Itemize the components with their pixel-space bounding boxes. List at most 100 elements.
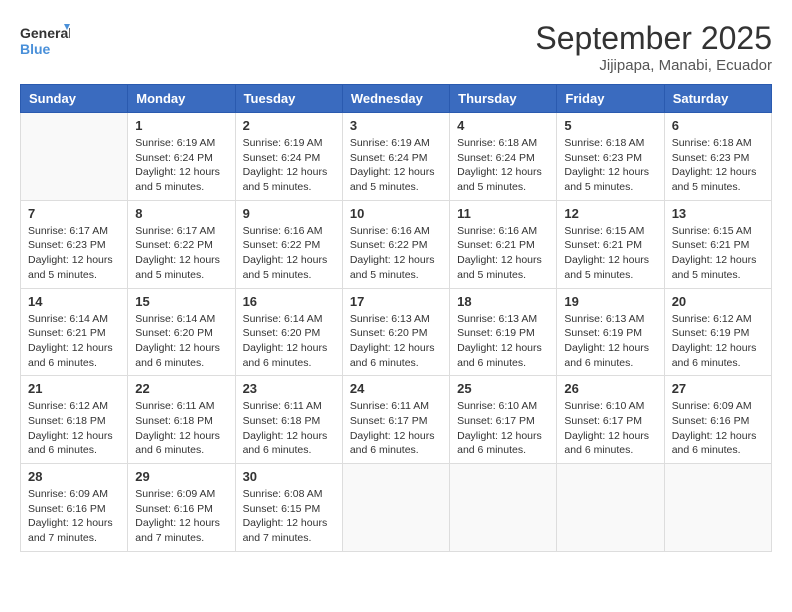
day-number: 23	[243, 381, 335, 396]
weekday-header-row: SundayMondayTuesdayWednesdayThursdayFrid…	[21, 85, 772, 113]
weekday-header-friday: Friday	[557, 85, 664, 113]
day-info: Sunrise: 6:19 AM Sunset: 6:24 PM Dayligh…	[243, 136, 335, 195]
calendar-cell: 14 Sunrise: 6:14 AM Sunset: 6:21 PM Dayli…	[21, 288, 128, 376]
calendar-cell: 18 Sunrise: 6:13 AM Sunset: 6:19 PM Dayli…	[450, 288, 557, 376]
day-info: Sunrise: 6:18 AM Sunset: 6:24 PM Dayligh…	[457, 136, 549, 195]
day-info: Sunrise: 6:14 AM Sunset: 6:20 PM Dayligh…	[135, 312, 227, 371]
weekday-header-monday: Monday	[128, 85, 235, 113]
logo-svg: General Blue	[20, 20, 70, 62]
calendar-cell	[664, 464, 771, 552]
day-number: 16	[243, 294, 335, 309]
day-number: 18	[457, 294, 549, 309]
title-section: September 2025 Jijipapa, Manabi, Ecuador	[535, 20, 772, 74]
day-info: Sunrise: 6:14 AM Sunset: 6:21 PM Dayligh…	[28, 312, 120, 371]
day-number: 1	[135, 118, 227, 133]
calendar-cell	[557, 464, 664, 552]
calendar-cell: 7Sunrise: 6:17 AM Sunset: 6:23 PM Daylig…	[21, 200, 128, 288]
calendar-cell: 24 Sunrise: 6:11 AM Sunset: 6:17 PM Dayli…	[342, 376, 449, 464]
day-number: 29	[135, 469, 227, 484]
day-number: 24	[350, 381, 442, 396]
calendar-cell	[21, 113, 128, 201]
day-number: 2	[243, 118, 335, 133]
week-row-4: 21 Sunrise: 6:12 AM Sunset: 6:18 PM Dayli…	[21, 376, 772, 464]
day-number: 12	[564, 206, 656, 221]
day-number: 7	[28, 206, 120, 221]
page-header: General Blue September 2025 Jijipapa, Ma…	[20, 20, 772, 74]
day-number: 5	[564, 118, 656, 133]
calendar-cell: 8 Sunrise: 6:17 AM Sunset: 6:22 PM Daylig…	[128, 200, 235, 288]
calendar-cell: 13Sunrise: 6:15 AM Sunset: 6:21 PM Dayli…	[664, 200, 771, 288]
svg-text:General: General	[20, 25, 70, 41]
day-info: Sunrise: 6:17 AM Sunset: 6:22 PM Dayligh…	[135, 224, 227, 283]
weekday-header-saturday: Saturday	[664, 85, 771, 113]
day-number: 21	[28, 381, 120, 396]
day-info: Sunrise: 6:11 AM Sunset: 6:17 PM Dayligh…	[350, 399, 442, 458]
calendar-cell: 12 Sunrise: 6:15 AM Sunset: 6:21 PM Dayli…	[557, 200, 664, 288]
calendar-cell: 20 Sunrise: 6:12 AM Sunset: 6:19 PM Dayli…	[664, 288, 771, 376]
weekday-header-tuesday: Tuesday	[235, 85, 342, 113]
calendar-cell: 28 Sunrise: 6:09 AM Sunset: 6:16 PM Dayli…	[21, 464, 128, 552]
calendar-cell: 26Sunrise: 6:10 AM Sunset: 6:17 PM Dayli…	[557, 376, 664, 464]
day-number: 14	[28, 294, 120, 309]
day-number: 3	[350, 118, 442, 133]
day-info: Sunrise: 6:12 AM Sunset: 6:19 PM Dayligh…	[672, 312, 764, 371]
calendar-cell: 15 Sunrise: 6:14 AM Sunset: 6:20 PM Dayli…	[128, 288, 235, 376]
calendar-cell: 11Sunrise: 6:16 AM Sunset: 6:21 PM Dayli…	[450, 200, 557, 288]
calendar-cell: 6Sunrise: 6:18 AM Sunset: 6:23 PM Daylig…	[664, 113, 771, 201]
day-info: Sunrise: 6:08 AM Sunset: 6:15 PM Dayligh…	[243, 487, 335, 546]
day-number: 28	[28, 469, 120, 484]
calendar-cell: 3 Sunrise: 6:19 AM Sunset: 6:24 PM Daylig…	[342, 113, 449, 201]
day-info: Sunrise: 6:11 AM Sunset: 6:18 PM Dayligh…	[135, 399, 227, 458]
week-row-5: 28 Sunrise: 6:09 AM Sunset: 6:16 PM Dayli…	[21, 464, 772, 552]
day-info: Sunrise: 6:15 AM Sunset: 6:21 PM Dayligh…	[564, 224, 656, 283]
day-number: 15	[135, 294, 227, 309]
day-info: Sunrise: 6:09 AM Sunset: 6:16 PM Dayligh…	[28, 487, 120, 546]
calendar-cell: 29 Sunrise: 6:09 AM Sunset: 6:16 PM Dayli…	[128, 464, 235, 552]
day-info: Sunrise: 6:09 AM Sunset: 6:16 PM Dayligh…	[672, 399, 764, 458]
day-info: Sunrise: 6:09 AM Sunset: 6:16 PM Dayligh…	[135, 487, 227, 546]
weekday-header-sunday: Sunday	[21, 85, 128, 113]
day-number: 30	[243, 469, 335, 484]
day-number: 4	[457, 118, 549, 133]
calendar-cell: 22 Sunrise: 6:11 AM Sunset: 6:18 PM Dayli…	[128, 376, 235, 464]
calendar-cell: 23 Sunrise: 6:11 AM Sunset: 6:18 PM Dayli…	[235, 376, 342, 464]
day-info: Sunrise: 6:16 AM Sunset: 6:22 PM Dayligh…	[350, 224, 442, 283]
calendar-table: SundayMondayTuesdayWednesdayThursdayFrid…	[20, 84, 772, 552]
day-info: Sunrise: 6:16 AM Sunset: 6:22 PM Dayligh…	[243, 224, 335, 283]
day-info: Sunrise: 6:13 AM Sunset: 6:19 PM Dayligh…	[457, 312, 549, 371]
calendar-cell: 21 Sunrise: 6:12 AM Sunset: 6:18 PM Dayli…	[21, 376, 128, 464]
weekday-header-wednesday: Wednesday	[342, 85, 449, 113]
day-number: 10	[350, 206, 442, 221]
calendar-cell: 25Sunrise: 6:10 AM Sunset: 6:17 PM Dayli…	[450, 376, 557, 464]
month-title: September 2025	[535, 20, 772, 57]
day-number: 25	[457, 381, 549, 396]
weekday-header-thursday: Thursday	[450, 85, 557, 113]
day-info: Sunrise: 6:11 AM Sunset: 6:18 PM Dayligh…	[243, 399, 335, 458]
day-info: Sunrise: 6:13 AM Sunset: 6:19 PM Dayligh…	[564, 312, 656, 371]
calendar-cell: 9 Sunrise: 6:16 AM Sunset: 6:22 PM Daylig…	[235, 200, 342, 288]
day-number: 8	[135, 206, 227, 221]
calendar-cell: 10 Sunrise: 6:16 AM Sunset: 6:22 PM Dayli…	[342, 200, 449, 288]
day-info: Sunrise: 6:19 AM Sunset: 6:24 PM Dayligh…	[135, 136, 227, 195]
day-number: 9	[243, 206, 335, 221]
day-info: Sunrise: 6:19 AM Sunset: 6:24 PM Dayligh…	[350, 136, 442, 195]
day-number: 19	[564, 294, 656, 309]
day-info: Sunrise: 6:12 AM Sunset: 6:18 PM Dayligh…	[28, 399, 120, 458]
calendar-cell	[342, 464, 449, 552]
day-info: Sunrise: 6:16 AM Sunset: 6:21 PM Dayligh…	[457, 224, 549, 283]
day-number: 26	[564, 381, 656, 396]
week-row-1: 1 Sunrise: 6:19 AM Sunset: 6:24 PM Daylig…	[21, 113, 772, 201]
calendar-cell: 30 Sunrise: 6:08 AM Sunset: 6:15 PM Dayli…	[235, 464, 342, 552]
calendar-cell: 1 Sunrise: 6:19 AM Sunset: 6:24 PM Daylig…	[128, 113, 235, 201]
day-info: Sunrise: 6:18 AM Sunset: 6:23 PM Dayligh…	[564, 136, 656, 195]
day-number: 6	[672, 118, 764, 133]
calendar-cell: 27 Sunrise: 6:09 AM Sunset: 6:16 PM Dayli…	[664, 376, 771, 464]
day-number: 20	[672, 294, 764, 309]
day-info: Sunrise: 6:13 AM Sunset: 6:20 PM Dayligh…	[350, 312, 442, 371]
day-number: 17	[350, 294, 442, 309]
day-number: 27	[672, 381, 764, 396]
location-subtitle: Jijipapa, Manabi, Ecuador	[535, 57, 772, 74]
day-number: 22	[135, 381, 227, 396]
calendar-cell: 5 Sunrise: 6:18 AM Sunset: 6:23 PM Daylig…	[557, 113, 664, 201]
calendar-cell: 16Sunrise: 6:14 AM Sunset: 6:20 PM Dayli…	[235, 288, 342, 376]
